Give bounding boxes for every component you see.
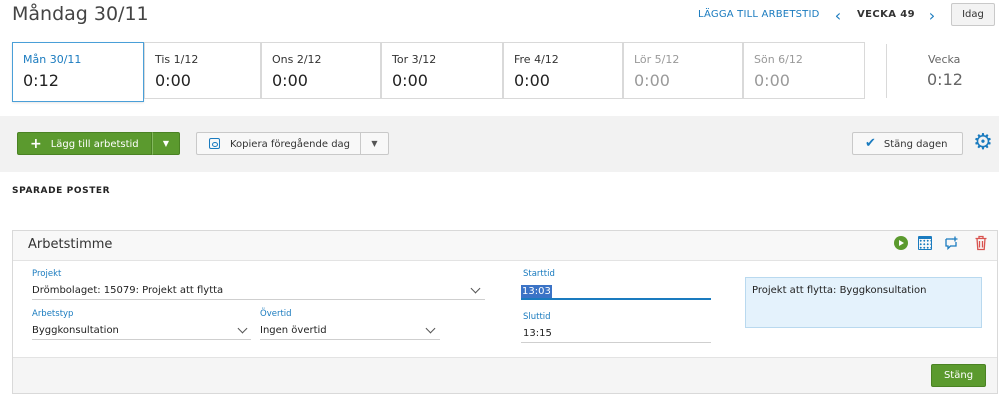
add-comment-icon[interactable] [944,236,958,250]
saved-entries-heading: SPARADE POSTER [12,186,111,196]
day-name: Lör 5/12 [634,53,680,66]
play-icon[interactable] [894,236,908,250]
day-tile-sun[interactable]: Sön 6/12 0:00 [743,42,865,99]
week-total-value: 0:12 [927,70,963,89]
field-underline [32,339,251,340]
plus-icon: + [30,135,42,152]
day-time: 0:00 [272,71,308,90]
overtime-label: Övertid [260,309,292,319]
worktype-select[interactable]: Byggkonsultation [32,325,119,336]
add-worktime-link[interactable]: LÄGGA TILL ARBETSTID [698,9,820,20]
week-total-label: Vecka [928,53,961,66]
start-time-label: Starttid [523,269,555,279]
gear-icon[interactable]: ⚙ [971,131,995,155]
day-tile-wed[interactable]: Ons 2/12 0:00 [261,42,381,99]
chevron-left-icon[interactable]: ‹ [830,6,846,25]
description-field[interactable]: Projekt att flytta: Byggkonsultation [745,277,982,328]
chevron-right-icon[interactable]: › [924,6,940,25]
day-name: Sön 6/12 [754,53,803,66]
day-time: 0:00 [392,71,428,90]
caret-down-icon[interactable]: ▼ [152,132,180,155]
divider [886,44,887,98]
field-underline-focused [521,298,711,300]
close-day-label: Stäng dagen [883,139,948,150]
copy-previous-day-button[interactable]: Kopiera föregående dag [196,132,361,155]
day-tile-sat[interactable]: Lör 5/12 0:00 [623,42,743,99]
close-entry-button[interactable]: Stäng [931,364,986,387]
end-time-label: Sluttid [523,312,551,322]
add-worktime-button-label: Lägg till arbetstid [50,138,139,150]
day-name: Tis 1/12 [155,53,199,66]
day-name: Mån 30/11 [23,53,82,66]
week-label: VECKA 49 [857,9,915,20]
start-time-input[interactable]: 13:03 [521,285,552,298]
day-name: Ons 2/12 [272,53,322,66]
field-underline [521,342,711,343]
field-underline [32,299,485,300]
entry-title: Arbetstimme [28,237,113,252]
day-name: Tor 3/12 [392,53,437,66]
day-tile-mon[interactable]: Mån 30/11 0:12 [12,42,144,102]
close-day-button[interactable]: ✔ Stäng dagen [852,132,963,155]
caret-down-icon[interactable]: ▼ [361,132,389,155]
add-worktime-button[interactable]: + Lägg till arbetstid [17,132,152,155]
field-underline [260,339,440,340]
entry-header [13,231,997,261]
day-time: 0:00 [155,71,191,90]
worktype-label: Arbetstyp [32,309,74,319]
trash-icon[interactable] [974,235,988,251]
day-tile-fri[interactable]: Fre 4/12 0:00 [503,42,623,99]
copy-previous-day-label: Kopiera föregående dag [230,138,351,150]
checkmark-icon: ✔ [865,136,876,151]
project-select[interactable]: Drömbolaget: 15079: Projekt att flytta [32,285,223,296]
day-name: Fre 4/12 [514,53,559,66]
today-button[interactable]: Idag [951,3,995,26]
project-label: Projekt [32,269,62,279]
day-time: 0:00 [754,71,790,90]
day-time: 0:12 [23,71,59,90]
day-time: 0:00 [514,71,550,90]
day-tile-tue[interactable]: Tis 1/12 0:00 [144,42,261,99]
day-time: 0:00 [634,71,670,90]
calendar-copy-icon [209,137,220,149]
end-time-input[interactable]: 13:15 [523,328,552,339]
entry-footer [13,357,997,393]
day-tile-thu[interactable]: Tor 3/12 0:00 [381,42,503,99]
overtime-select[interactable]: Ingen övertid [260,325,327,336]
calendar-icon[interactable] [918,236,932,250]
page-title: Måndag 30/11 [12,3,149,25]
